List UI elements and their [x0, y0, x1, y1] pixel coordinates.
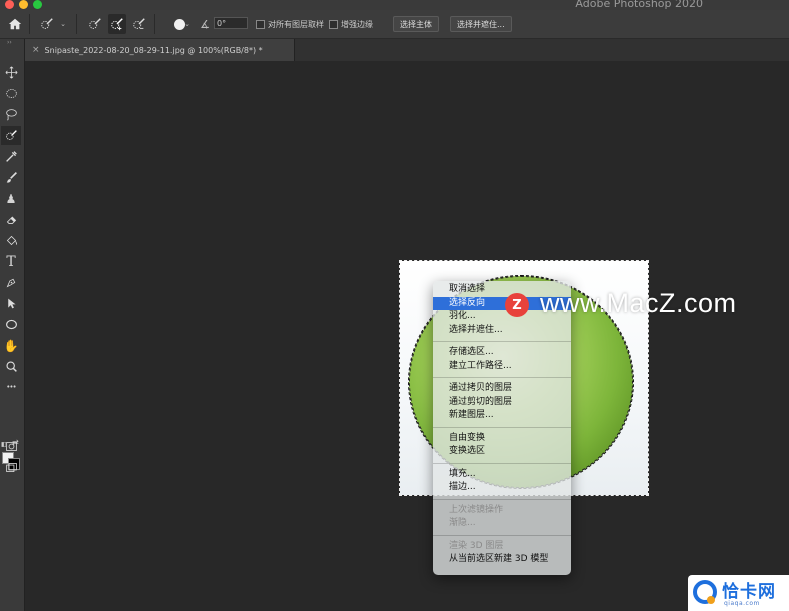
marquee-tool[interactable]: [1, 84, 21, 103]
brush-chevron-down-icon[interactable]: ⌄: [183, 14, 191, 34]
new-selection-icon: [89, 18, 101, 29]
select-subject-button[interactable]: 选择主体: [393, 16, 439, 32]
lasso-tool-icon: [5, 109, 17, 121]
menu-item[interactable]: 通过拷贝的图层: [433, 382, 571, 396]
menu-item[interactable]: 选择并遮住...: [433, 324, 571, 338]
screen-mode-icon: [5, 463, 17, 472]
badge-name: 恰卡网: [722, 582, 776, 602]
stamp-tool[interactable]: ♟: [1, 189, 21, 208]
tab-close-icon[interactable]: ×: [32, 45, 40, 55]
move-tool-icon: [5, 66, 17, 79]
menu-item[interactable]: 变换选区: [433, 445, 571, 459]
ellipse-tool-icon: [5, 319, 17, 330]
menu-item[interactable]: 自由变换: [433, 432, 571, 446]
menu-separator: [433, 498, 571, 500]
quick-mask-mode[interactable]: [1, 437, 21, 456]
subtract-selection-icon: [133, 18, 145, 29]
window-titlebar: Adobe Photoshop 2020: [0, 0, 789, 10]
menu-item[interactable]: 存储选区...: [433, 346, 571, 360]
hand-tool-icon: ✋: [3, 338, 19, 353]
subtract-from-selection-mode[interactable]: [130, 14, 148, 34]
tool-preset-picker[interactable]: [38, 14, 56, 34]
zoom-tool[interactable]: [1, 357, 21, 376]
quick-selection-tool[interactable]: [1, 126, 21, 145]
add-to-selection-mode[interactable]: [108, 14, 126, 34]
menu-separator: [433, 462, 571, 464]
path-selection-tool-icon: [7, 298, 16, 309]
stamp-tool-icon: ♟: [5, 191, 17, 206]
select-and-mask-button[interactable]: 选择并遮住...: [450, 16, 512, 32]
document-tab[interactable]: × Snipaste_2022-08-20_08-29-11.jpg @ 100…: [24, 39, 295, 61]
eraser-tool[interactable]: [1, 210, 21, 229]
quick-mask-icon: [5, 442, 17, 451]
site-badge: 恰卡网 qiaqa.com: [688, 575, 789, 611]
fill-tool-icon: [6, 235, 17, 246]
sample-all-layers-checkbox[interactable]: 对所有图层取样: [256, 14, 324, 34]
menu-separator: [433, 341, 571, 342]
document-tab-title: Snipaste_2022-08-20_08-29-11.jpg @ 100%(…: [44, 45, 263, 55]
hand-tool[interactable]: ✋: [1, 336, 21, 355]
pen-tool[interactable]: [1, 273, 21, 292]
menu-item: 渲染 3D 图层: [449, 540, 504, 551]
quick-selection-icon: [41, 18, 53, 29]
brush-tool[interactable]: [1, 168, 21, 187]
checkbox-icon: [329, 19, 338, 29]
badge-logo-dot: [707, 596, 715, 604]
enhance-edge-checkbox[interactable]: 增强边缘: [329, 14, 373, 34]
sample-all-layers-label: 对所有图层取样: [268, 19, 324, 29]
document-tab-bar: × Snipaste_2022-08-20_08-29-11.jpg @ 100…: [24, 39, 789, 61]
home-button[interactable]: [4, 14, 26, 34]
menu-item[interactable]: 通过剪切的图层: [433, 396, 571, 410]
home-icon: [8, 18, 22, 30]
new-selection-mode[interactable]: [86, 14, 104, 34]
ellipse-tool[interactable]: [1, 315, 21, 334]
quick-selection-tool-icon: [5, 130, 17, 140]
menu-separator: [433, 426, 571, 428]
menu-item[interactable]: 建立工作路径...: [433, 360, 571, 374]
eyedropper-tool[interactable]: [1, 147, 21, 166]
eyedropper-tool-icon: [5, 151, 17, 162]
pen-tool-icon: [6, 278, 15, 288]
screen-mode[interactable]: [1, 458, 21, 477]
path-selection-tool[interactable]: [1, 294, 21, 313]
menu-item[interactable]: 填充...: [433, 468, 571, 482]
move-tool[interactable]: [1, 63, 21, 82]
watermark-logo: Z: [505, 293, 529, 317]
collapse-toolbar-icon[interactable]: ››: [7, 39, 12, 46]
checkbox-icon: [256, 19, 265, 29]
menu-item[interactable]: 描边...: [433, 481, 571, 495]
context-menu: 取消选择 选择反向 羽化... 选择并遮住... 存储选区... 建立工作路径... 通过拷…: [433, 281, 571, 575]
badge-url: qiaqa.com: [724, 600, 760, 607]
more-tools[interactable]: •••: [1, 378, 21, 397]
angle-input[interactable]: 0°: [214, 17, 248, 29]
menu-item: 上次滤镜操作: [449, 504, 504, 515]
more-tools-icon: •••: [6, 383, 16, 391]
brush-tool-icon: [6, 172, 17, 183]
menu-separator: [433, 534, 571, 536]
tools-panel: ›› ♟ T ✋ ••• ◧ ⇄: [0, 39, 25, 611]
menu-separator: [433, 377, 571, 378]
menu-item[interactable]: 新建图层...: [433, 409, 571, 423]
lasso-tool[interactable]: [1, 105, 21, 124]
menu-item: 渐隐...: [449, 518, 476, 528]
chevron-down-icon[interactable]: ⌄: [58, 14, 68, 34]
app-title: Adobe Photoshop 2020: [575, 0, 703, 10]
type-tool-icon: T: [6, 253, 16, 270]
options-bar: ⌄ 30 ⌄ ∡ 0° 对所有图层取样 增强边缘 选择主体 选择并遮住...: [0, 10, 789, 47]
eraser-tool-icon: [6, 216, 16, 224]
enhance-edge-label: 增强边缘: [341, 19, 373, 29]
add-selection-icon: [111, 18, 123, 31]
zoom-tool-icon: [5, 361, 17, 372]
watermark-text: www.MacZ.com: [540, 288, 737, 318]
menu-item[interactable]: 从当前选区新建 3D 模型: [433, 553, 571, 567]
marquee-tool-icon: [5, 89, 17, 98]
angle-icon: ∡: [200, 17, 210, 31]
type-tool[interactable]: T: [1, 252, 21, 271]
fill-tool[interactable]: [1, 231, 21, 250]
